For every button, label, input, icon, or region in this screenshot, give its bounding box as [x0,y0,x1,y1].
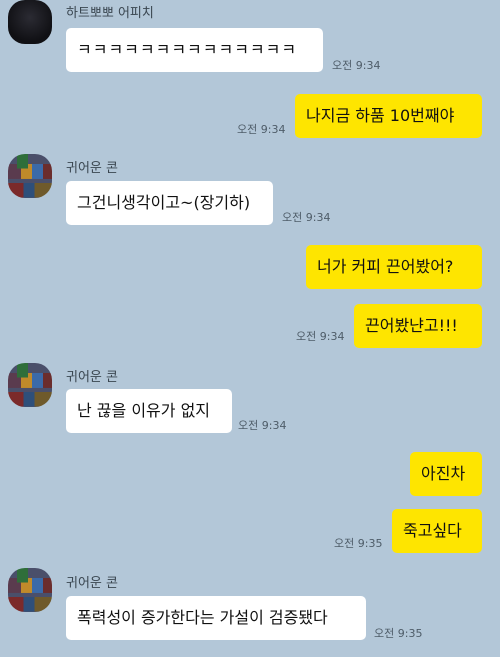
message-bubble-incoming[interactable]: 폭력성이 증가한다는 가설이 검증됐다 [66,596,366,640]
message-time: 오전 9:34 [237,123,286,136]
avatar[interactable] [8,568,52,612]
message-time: 오전 9:34 [238,419,287,432]
avatar[interactable] [8,0,52,44]
message-bubble-outgoing[interactable]: 너가 커피 끈어봤어? [306,245,482,289]
message-bubble-outgoing[interactable]: 아진차 [410,452,482,496]
avatar[interactable] [8,363,52,407]
message-bubble-outgoing[interactable]: 죽고싶다 [392,509,482,553]
message-bubble-outgoing[interactable]: 나지금 하품 10번째야 [295,94,482,138]
message-time: 오전 9:34 [332,59,381,72]
message-time: 오전 9:34 [296,330,345,343]
message-bubble-incoming[interactable]: 그건니생각이고~(장기하) [66,181,273,225]
message-bubble-incoming[interactable]: 난 끊을 이유가 없지 [66,389,232,433]
avatar[interactable] [8,154,52,198]
message-bubble-incoming[interactable]: ㅋㅋㅋㅋㅋㅋㅋㅋㅋㅋㅋㅋㅋㅋ [66,28,323,72]
message-time: 오전 9:34 [282,211,331,224]
message-bubble-outgoing[interactable]: 끈어봤냔고!!! [354,304,482,348]
sender-name: 귀어운 콘 [66,576,118,591]
sender-name: 귀어운 콘 [66,161,118,176]
sender-name: 귀어운 콘 [66,370,118,385]
message-time: 오전 9:35 [374,627,423,640]
message-time: 오전 9:35 [334,537,383,550]
sender-name: 하트뽀뽀 어피치 [66,6,154,21]
